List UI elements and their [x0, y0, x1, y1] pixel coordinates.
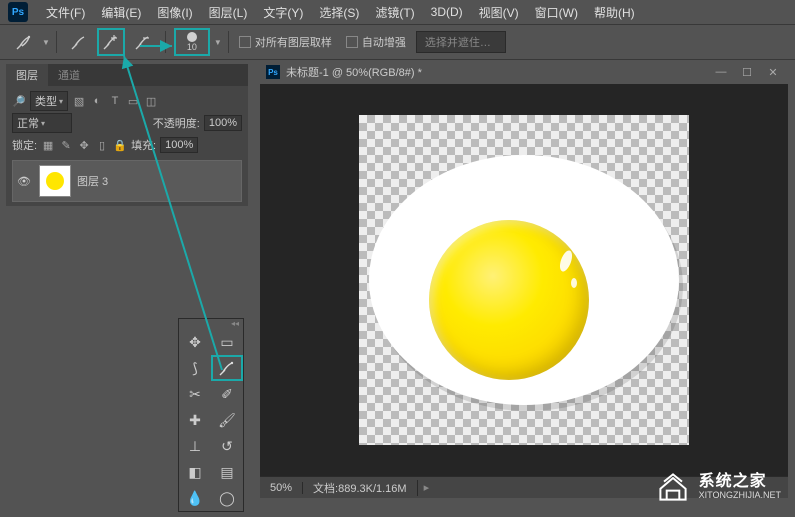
auto-enhance-label: 自动增强 [362, 34, 406, 50]
eraser-tool-icon[interactable]: ◧ [179, 459, 211, 485]
subtract-selection-icon[interactable] [129, 28, 157, 56]
menu-file[interactable]: 文件(F) [38, 4, 93, 21]
layer-name[interactable]: 图层 3 [77, 173, 108, 189]
house-icon [655, 469, 691, 505]
menu-text[interactable]: 文字(Y) [255, 4, 311, 21]
brush-picker[interactable]: 10 [174, 28, 210, 56]
layers-panel: 图层 通道 🔎 类型▾ ▧ ◐ T ▭ ◫ 正常▾ 不透明度: 100% 锁定:… [6, 64, 248, 206]
fill-value[interactable]: 100% [160, 137, 198, 153]
blend-mode-dropdown[interactable]: 正常▾ [12, 113, 72, 133]
search-icon[interactable]: 🔎 [12, 94, 26, 108]
canvas[interactable] [359, 115, 689, 445]
lasso-tool-icon[interactable]: ⟆ [179, 355, 211, 381]
highlight-shape [558, 249, 575, 273]
history-brush-tool-icon[interactable]: ↺ [211, 433, 243, 459]
filter-adjust-icon[interactable]: ◐ [90, 94, 104, 108]
document-titlebar[interactable]: Ps 未标题-1 @ 50%(RGB/8#) * — ☐ ✕ [260, 60, 788, 84]
lock-paint-icon[interactable]: ✎ [59, 138, 73, 152]
app-logo: Ps [8, 2, 28, 22]
lock-all-icon[interactable]: 🔒 [113, 138, 127, 152]
menu-image[interactable]: 图像(I) [149, 4, 200, 21]
maximize-button[interactable]: ☐ [738, 66, 756, 79]
watermark-title: 系统之家 [699, 473, 781, 491]
watermark: 系统之家 XITONGZHIJIA.NET [655, 469, 781, 505]
crop-tool-icon[interactable]: ✂ [179, 381, 211, 407]
ps-doc-icon: Ps [266, 65, 280, 79]
menu-window[interactable]: 窗口(W) [527, 4, 586, 21]
fill-label: 填充: [131, 137, 156, 153]
filter-smart-icon[interactable]: ◫ [144, 94, 158, 108]
new-selection-icon[interactable] [65, 28, 93, 56]
quick-select-tool-icon[interactable] [211, 355, 243, 381]
document-window: Ps 未标题-1 @ 50%(RGB/8#) * — ☐ ✕ 50% 文档:88… [260, 60, 788, 498]
minimize-button[interactable]: — [712, 66, 730, 79]
egg-yolk-shape [429, 220, 589, 380]
add-selection-icon[interactable] [97, 28, 125, 56]
menu-edit[interactable]: 编辑(E) [93, 4, 149, 21]
zoom-level[interactable]: 50% [260, 482, 303, 494]
filter-text-icon[interactable]: T [108, 94, 122, 108]
opacity-label: 不透明度: [153, 115, 200, 131]
move-tool-icon[interactable]: ✥ [179, 329, 211, 355]
menu-help[interactable]: 帮助(H) [586, 4, 643, 21]
current-tool-icon[interactable] [10, 28, 38, 56]
egg-white-shape [369, 155, 679, 405]
menu-bar: Ps 文件(F) 编辑(E) 图像(I) 图层(L) 文字(Y) 选择(S) 滤… [0, 0, 795, 24]
menu-filter[interactable]: 滤镜(T) [367, 4, 422, 21]
close-button[interactable]: ✕ [764, 66, 782, 79]
layer-thumbnail[interactable] [39, 165, 71, 197]
brush-tool-icon[interactable]: 🖌 [211, 407, 243, 433]
menu-3d[interactable]: 3D(D) [423, 5, 471, 19]
blur-tool-icon[interactable]: 💧 [179, 485, 211, 511]
menu-layer[interactable]: 图层(L) [201, 4, 256, 21]
chevron-down-icon[interactable]: ▼ [214, 38, 222, 47]
chevron-down-icon[interactable]: ▼ [42, 38, 50, 47]
lock-artboard-icon[interactable]: ▯ [95, 138, 109, 152]
chevron-right-icon[interactable]: ▸ [418, 481, 436, 494]
options-bar: ▼ 10 ▼ 对所有图层取样 自动增强 选择并遮住… [0, 24, 795, 60]
tab-channels[interactable]: 通道 [48, 64, 90, 86]
tools-panel: ◂◂ ✥ ▭ ⟆ ✂ ✐ ✚ 🖌 ⊥ ↺ ◧ ▤ 💧 ◯ [178, 318, 244, 512]
document-title: 未标题-1 @ 50%(RGB/8#) * [286, 64, 422, 80]
menu-select[interactable]: 选择(S) [311, 4, 367, 21]
lock-position-icon[interactable]: ✥ [77, 138, 91, 152]
lock-label: 锁定: [12, 137, 37, 153]
opacity-value[interactable]: 100% [204, 115, 242, 131]
layer-filter-type[interactable]: 类型▾ [30, 91, 68, 111]
sample-all-layers-checkbox[interactable] [239, 36, 251, 48]
highlight-shape [571, 278, 577, 288]
auto-enhance-checkbox[interactable] [346, 36, 358, 48]
dodge-tool-icon[interactable]: ◯ [211, 485, 243, 511]
watermark-url: XITONGZHIJIA.NET [699, 491, 781, 501]
brush-dot-icon [187, 32, 197, 42]
filter-shape-icon[interactable]: ▭ [126, 94, 140, 108]
filter-pixel-icon[interactable]: ▧ [72, 94, 86, 108]
canvas-area[interactable] [260, 84, 788, 476]
refine-edge-button[interactable]: 选择并遮住… [416, 31, 506, 53]
brush-size-value: 10 [187, 42, 197, 52]
visibility-eye-icon[interactable]: 👁 [17, 175, 33, 188]
gradient-tool-icon[interactable]: ▤ [211, 459, 243, 485]
lock-transparent-icon[interactable]: ▦ [41, 138, 55, 152]
menu-view[interactable]: 视图(V) [471, 4, 527, 21]
stamp-tool-icon[interactable]: ⊥ [179, 433, 211, 459]
marquee-tool-icon[interactable]: ▭ [211, 329, 243, 355]
panel-handle[interactable]: ◂◂ [179, 319, 243, 329]
tab-layers[interactable]: 图层 [6, 64, 48, 86]
doc-size[interactable]: 文档:889.3K/1.16M [303, 480, 418, 496]
heal-tool-icon[interactable]: ✚ [179, 407, 211, 433]
eyedropper-tool-icon[interactable]: ✐ [211, 381, 243, 407]
layer-row[interactable]: 👁 图层 3 [12, 160, 242, 202]
sample-all-layers-label: 对所有图层取样 [255, 34, 332, 50]
